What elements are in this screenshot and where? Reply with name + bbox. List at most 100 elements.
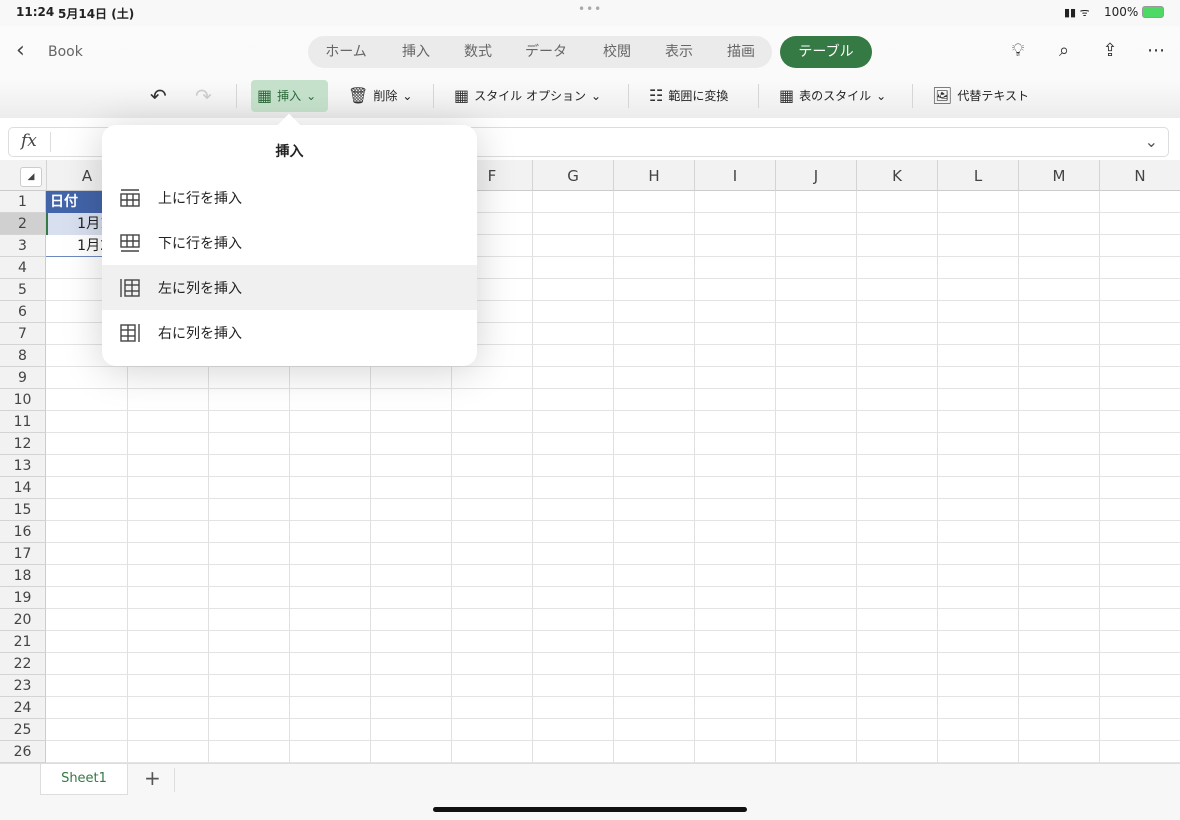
insert-popover: 挿入 上に行を挿入 下に行を挿入 左に列を挿入 右に列を挿入 — [102, 113, 477, 366]
search-icon[interactable]: ⌕ — [1052, 40, 1076, 64]
row-header[interactable]: 19 — [0, 587, 46, 609]
alt-text-button[interactable]: 🖼︎ 代替テキスト — [926, 80, 1035, 112]
table-gear-icon: ▦ — [454, 86, 470, 105]
table-style-label: 表のスタイル — [799, 89, 872, 103]
row-header[interactable]: 23 — [0, 675, 46, 697]
popover-title: 挿入 — [275, 144, 304, 160]
menu-item-label: 左に列を挿入 — [158, 280, 242, 297]
delete-label: 削除 — [373, 89, 398, 103]
delete-button[interactable]: 🗑︎ 削除 ⌄ — [342, 80, 418, 112]
column-header-H[interactable]: H — [613, 160, 694, 191]
signal-wifi-icon: ▮▮ ᯤ — [1064, 6, 1090, 19]
insert-row-above[interactable]: 上に行を挿入 — [102, 175, 477, 220]
column-header-J[interactable]: J — [775, 160, 856, 191]
redo-icon[interactable]: ↷ — [195, 84, 212, 108]
alt-text-label: 代替テキスト — [957, 89, 1029, 103]
tab-view[interactable]: 表示 — [665, 36, 693, 68]
column-header-L[interactable]: L — [937, 160, 1018, 191]
image-alt-icon: 🖼︎ — [932, 86, 953, 105]
row-header[interactable]: 6 — [0, 301, 46, 323]
style-options-button[interactable]: ▦ スタイル オプション ⌄ — [448, 80, 607, 112]
column-header-I[interactable]: I — [694, 160, 775, 191]
menu-item-label: 下に行を挿入 — [158, 235, 242, 252]
expand-chevron-icon[interactable]: ⌄ — [1145, 132, 1158, 151]
sheet-tab-bar: Sheet1 + — [0, 763, 1180, 820]
chevron-down-icon: ⌄ — [306, 89, 317, 103]
row-header[interactable]: 20 — [0, 609, 46, 631]
insert-row-above-icon — [120, 188, 140, 207]
row-header[interactable]: 10 — [0, 389, 46, 411]
row-header[interactable]: 18 — [0, 565, 46, 587]
row-header[interactable]: 17 — [0, 543, 46, 565]
back-button[interactable]: Book — [48, 44, 83, 60]
row-header[interactable]: 8 — [0, 345, 46, 367]
share-icon[interactable]: ⇪ — [1098, 40, 1122, 64]
lightbulb-icon[interactable]: 💡︎ — [1006, 40, 1030, 64]
column-header-K[interactable]: K — [856, 160, 937, 191]
row-header[interactable]: 7 — [0, 323, 46, 345]
row-header[interactable]: 24 — [0, 697, 46, 719]
chevron-down-icon: ⌄ — [590, 89, 602, 103]
undo-icon[interactable]: ↶ — [150, 84, 167, 108]
tab-home[interactable]: ホーム — [325, 36, 367, 68]
chevron-down-icon: ⌄ — [402, 89, 413, 103]
tab-data[interactable]: データ — [525, 36, 567, 68]
fx-label: fx — [21, 131, 37, 151]
row-header[interactable]: 5 — [0, 279, 46, 301]
row-header[interactable]: 9 — [0, 367, 46, 389]
convert-range-icon: ☷ — [649, 86, 664, 105]
insert-column-left[interactable]: 左に列を挿入 — [102, 265, 477, 310]
table-insert-icon: ▦ — [257, 86, 273, 105]
row-header[interactable]: 2 — [0, 213, 46, 235]
row-header[interactable]: 12 — [0, 433, 46, 455]
status-date: 5月14日 (土) — [58, 7, 135, 21]
style-options-label: スタイル オプション — [474, 89, 586, 103]
tab-table[interactable]: テーブル — [780, 36, 872, 68]
row-header[interactable]: 26 — [0, 741, 46, 763]
back-chevron-icon[interactable]: ‹ — [16, 38, 25, 63]
insert-row-below[interactable]: 下に行を挿入 — [102, 220, 477, 265]
column-header-M[interactable]: M — [1018, 160, 1099, 191]
tab-insert[interactable]: 挿入 — [402, 36, 430, 68]
row-header[interactable]: 14 — [0, 477, 46, 499]
row-header[interactable]: 21 — [0, 631, 46, 653]
insert-column-left-icon — [120, 278, 140, 297]
row-header[interactable]: 1 — [0, 191, 46, 213]
home-indicator — [433, 807, 747, 812]
row-header[interactable]: 11 — [0, 411, 46, 433]
battery-icon — [1142, 6, 1164, 18]
table-pencil-icon: ▦ — [779, 86, 795, 105]
sheet-tab-sheet1[interactable]: Sheet1 — [40, 764, 128, 795]
row-header[interactable]: 16 — [0, 521, 46, 543]
multitask-dots-icon[interactable]: ••• — [578, 2, 602, 16]
table-style-button[interactable]: ▦ 表のスタイル ⌄ — [773, 80, 892, 112]
insert-label: 挿入 — [277, 89, 302, 103]
row-header[interactable]: 15 — [0, 499, 46, 521]
insert-row-below-icon — [120, 233, 140, 252]
row-header[interactable]: 3 — [0, 235, 46, 257]
select-all-button[interactable]: ◢ — [20, 167, 42, 187]
add-sheet-button[interactable]: + — [144, 766, 161, 790]
tab-review[interactable]: 校閲 — [603, 36, 631, 68]
menu-item-label: 右に列を挿入 — [158, 325, 242, 342]
convert-label: 範囲に変換 — [668, 89, 729, 103]
column-header-G[interactable]: G — [532, 160, 613, 191]
row-header[interactable]: 25 — [0, 719, 46, 741]
insert-button[interactable]: ▦ 挿入 ⌄ — [251, 80, 328, 112]
row-header[interactable]: 4 — [0, 257, 46, 279]
more-icon[interactable]: ⋯ — [1144, 40, 1168, 64]
tab-draw[interactable]: 描画 — [727, 36, 755, 68]
row-header[interactable]: 13 — [0, 455, 46, 477]
row-header[interactable]: 22 — [0, 653, 46, 675]
column-header-N[interactable]: N — [1099, 160, 1180, 191]
menu-item-label: 上に行を挿入 — [158, 190, 242, 207]
convert-to-range-button[interactable]: ☷ 範囲に変換 — [643, 80, 734, 112]
tab-formulas[interactable]: 数式 — [464, 36, 492, 68]
status-bar: 11:24 5月14日 (土) ••• ▮▮ ᯤ 100% — [0, 0, 1180, 26]
trash-icon: 🗑︎ — [348, 86, 369, 105]
chevron-down-icon: ⌄ — [876, 89, 887, 103]
insert-column-right-icon — [120, 323, 140, 342]
status-time: 11:24 — [16, 5, 55, 19]
insert-column-right[interactable]: 右に列を挿入 — [102, 310, 477, 355]
battery-percent: 100% — [1104, 5, 1139, 19]
